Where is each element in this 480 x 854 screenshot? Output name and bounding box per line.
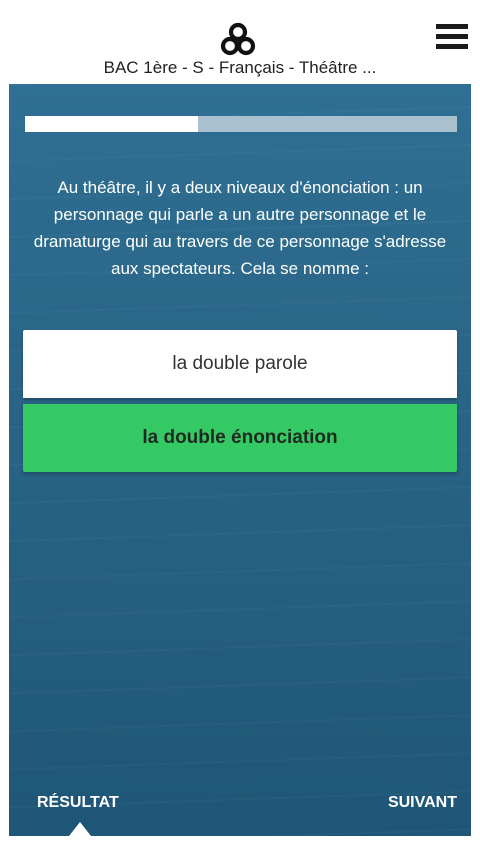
menu-bar [436,44,468,49]
menu-bar [436,24,468,29]
next-button[interactable]: SUIVANT [388,794,457,812]
result-button[interactable]: RÉSULTAT [37,794,119,812]
page-title: BAC 1ère - S - Français - Théâtre ... [103,58,377,77]
hamburger-menu-icon[interactable] [436,24,468,52]
result-caret-icon [69,822,91,836]
quiz-panel: Au théâtre, il y a deux niveaux d'énonci… [9,84,471,836]
question-text: Au théâtre, il y a deux niveaux d'énonci… [33,178,447,278]
app-header: BAC 1ère - S - Français - Théâtre ... [0,0,480,84]
progress-bar [25,116,457,132]
menu-bar [436,34,468,39]
answer-option-correct[interactable]: la double énonciation [23,404,457,472]
progress-fill [25,116,198,132]
page: BAC 1ère - S - Français - Théâtre ... Au… [0,0,480,854]
answer-option[interactable]: la double parole [23,330,457,398]
trefoil-logo-icon [220,22,256,56]
